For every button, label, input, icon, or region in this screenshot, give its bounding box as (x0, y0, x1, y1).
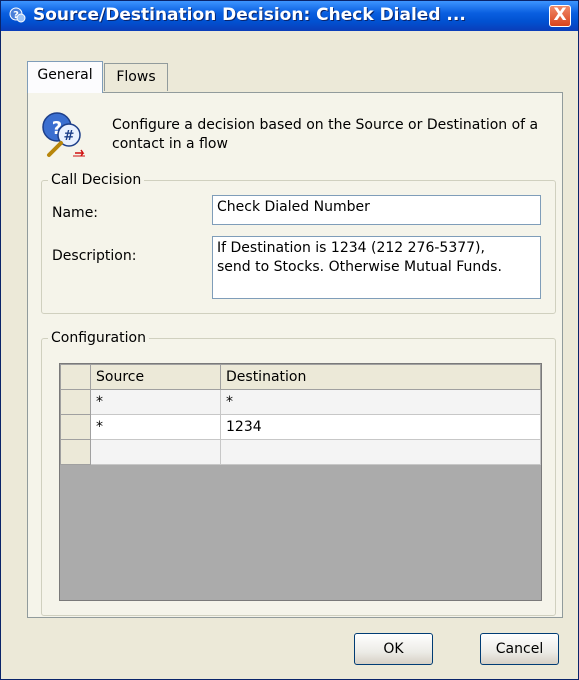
row-selector[interactable] (60, 414, 91, 440)
decision-icon: ? # (42, 112, 85, 157)
svg-text:#: # (64, 129, 75, 144)
cancel-button[interactable]: Cancel (480, 633, 559, 665)
source-cell[interactable]: * (90, 414, 221, 440)
intro-description: Configure a decision based on the Source… (112, 117, 539, 152)
description-label: Description: (52, 248, 137, 264)
destination-cell[interactable] (220, 439, 541, 465)
configuration-legend: Configuration (51, 330, 146, 346)
source-cell[interactable]: * (90, 389, 221, 415)
row-selector[interactable] (60, 439, 91, 465)
row-selector[interactable] (60, 389, 91, 415)
ok-button[interactable]: OK (354, 633, 433, 665)
destination-cell[interactable]: * (220, 389, 541, 415)
tab-flows-label: Flows (116, 69, 156, 85)
close-icon: X (553, 5, 567, 25)
grid-header-row: Source Destination (60, 364, 541, 390)
source-cell[interactable] (90, 439, 221, 465)
dialog-window: ? Source/Destination Decision: Check Dia… (0, 0, 579, 680)
decision-icon: ? (9, 7, 26, 23)
name-label: Name: (52, 205, 99, 221)
name-field-value: Check Dialed Number (217, 199, 370, 215)
destination-cell[interactable]: 1234 (220, 414, 541, 440)
table-row[interactable] (60, 439, 541, 465)
window-title: Source/Destination Decision: Check Diale… (33, 5, 466, 25)
ok-button-label: OK (383, 641, 404, 657)
tab-general[interactable]: General (27, 61, 103, 93)
description-field[interactable]: If Destination is 1234 (212 276-5377), s… (212, 236, 541, 299)
grid-corner[interactable] (60, 364, 91, 390)
description-line-1: If Destination is 1234 (212 276-5377), (217, 240, 485, 256)
table-row[interactable]: * 1234 (60, 414, 541, 440)
name-field[interactable]: Check Dialed Number (212, 195, 541, 225)
call-decision-legend: Call Decision (51, 172, 142, 188)
tab-flows[interactable]: Flows (104, 63, 168, 91)
configuration-grid[interactable]: Source Destination * * * 1234 (59, 363, 542, 601)
column-header-source[interactable]: Source (90, 364, 221, 390)
cancel-button-label: Cancel (495, 641, 544, 657)
title-bar[interactable]: ? Source/Destination Decision: Check Dia… (1, 1, 578, 31)
description-line-2: send to Stocks. Otherwise Mutual Funds. (217, 259, 502, 275)
table-row[interactable]: * * (60, 389, 541, 415)
close-button[interactable]: X (549, 5, 571, 27)
column-header-destination[interactable]: Destination (220, 364, 541, 390)
tab-general-label: General (37, 67, 93, 83)
